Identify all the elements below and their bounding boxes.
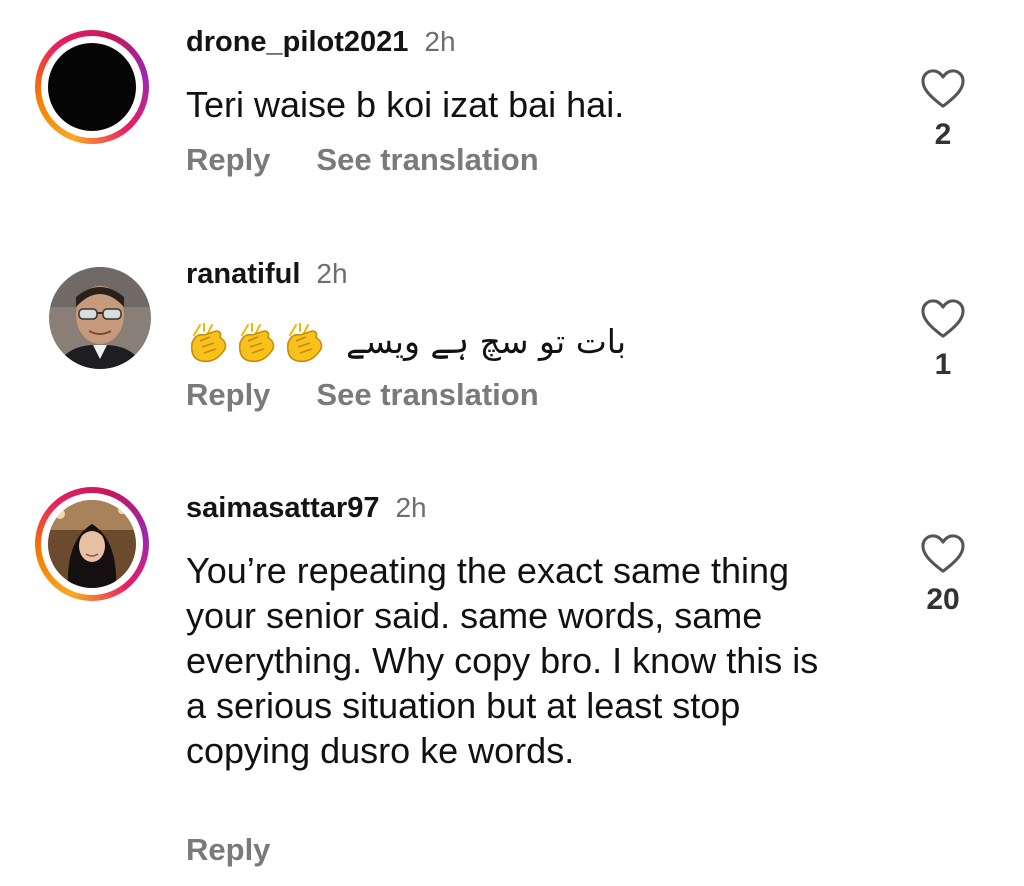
comment-actions: Reply See translation <box>186 142 539 178</box>
comment-header: ranatiful 2h <box>186 258 348 291</box>
clapping-hands-icon <box>186 322 230 363</box>
comment-header: saimasattar97 2h <box>186 492 427 525</box>
comment-header: drone_pilot2021 2h <box>186 26 456 59</box>
like-count: 20 <box>926 583 960 616</box>
avatar-story-ring[interactable] <box>35 487 149 601</box>
comment-text: You’re repeating the exact same thing yo… <box>186 550 819 771</box>
woman-portrait-photo <box>48 500 136 588</box>
comment-text: Teri waise b koi izat bai hai. <box>186 84 625 125</box>
like-count: 2 <box>934 118 952 151</box>
like-count: 1 <box>934 348 952 381</box>
heart-outline-icon[interactable] <box>920 298 966 340</box>
username[interactable]: drone_pilot2021 <box>186 26 408 58</box>
man-with-sunglasses-photo <box>49 267 151 369</box>
heart-outline-icon[interactable] <box>920 68 966 110</box>
avatar <box>48 43 136 131</box>
like-button[interactable]: 1 <box>914 298 972 382</box>
heart-outline-icon[interactable] <box>920 533 966 575</box>
see-translation-button[interactable]: See translation <box>316 142 538 177</box>
comment-text-row: بات تو سچ ہے ویسے <box>186 318 636 364</box>
reply-button[interactable]: Reply <box>186 832 270 867</box>
comment-text: بات تو سچ ہے ویسے <box>346 322 627 361</box>
reply-button[interactable]: Reply <box>186 377 270 412</box>
clapping-hands-icon <box>234 322 278 363</box>
comment-actions: Reply <box>186 832 270 868</box>
avatar <box>48 500 136 588</box>
avatar-container[interactable] <box>40 258 154 372</box>
timestamp: 2h <box>316 258 348 289</box>
username[interactable]: saimasattar97 <box>186 492 379 524</box>
comment-actions: Reply See translation <box>186 377 539 413</box>
avatar-story-ring[interactable] <box>35 30 149 144</box>
avatar <box>49 267 151 369</box>
timestamp: 2h <box>424 26 456 57</box>
username[interactable]: ranatiful <box>186 258 300 290</box>
like-button[interactable]: 20 <box>914 533 972 617</box>
reply-button[interactable]: Reply <box>186 142 270 177</box>
clapping-hands-icon <box>282 322 326 363</box>
like-button[interactable]: 2 <box>914 68 972 152</box>
see-translation-button[interactable]: See translation <box>316 377 538 412</box>
timestamp: 2h <box>395 492 427 523</box>
